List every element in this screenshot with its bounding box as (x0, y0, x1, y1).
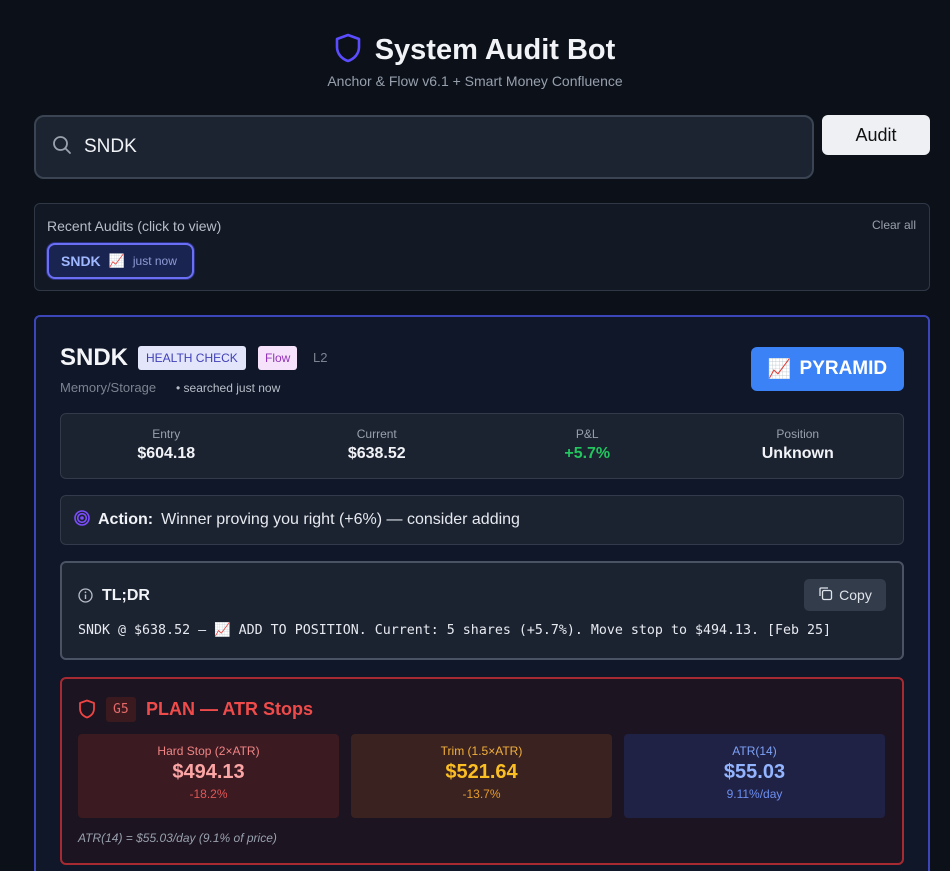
app-subtitle: Anchor & Flow v6.1 + Smart Money Conflue… (327, 73, 623, 89)
stat-label: Entry (152, 427, 181, 441)
action-banner: Action: Winner proving you right (+6%) —… (60, 495, 904, 545)
copy-label: Copy (839, 587, 872, 603)
stat-current: Current $638.52 (272, 414, 483, 478)
chart-up-icon: 📈 (108, 253, 125, 268)
stat-value: Unknown (761, 445, 834, 462)
sector-label: Memory/Storage (60, 380, 157, 395)
result-ticker: SNDK (60, 344, 129, 371)
stat-label: Current (356, 427, 397, 441)
stat-label: P&L (575, 427, 599, 441)
signal-label: PYRAMID (799, 358, 888, 379)
action-label: Action: (98, 511, 154, 528)
stat-pnl: P&L +5.7% (482, 414, 693, 478)
box-label: Hard Stop (2×ATR) (157, 744, 260, 758)
recent-audits-label: Recent Audits (click to view) (47, 218, 222, 234)
box-sub: -18.2% (189, 787, 228, 801)
gate-badge: G5 (106, 697, 136, 722)
box-sub: 9.11%/day (726, 787, 783, 801)
recent-audits-panel: Recent Audits (click to view) Clear all … (34, 203, 930, 291)
plan-title: PLAN — ATR Stops (146, 699, 313, 719)
audit-result-card: SNDK HEALTH CHECK Flow L2 Memory/Storage… (34, 315, 930, 871)
trim-box: Trim (1.5×ATR) $521.64 -13.7% (351, 734, 612, 818)
title-row: System Audit Bot (0, 30, 950, 70)
plan-footnote: ATR(14) = $55.03/day (9.1% of price) (78, 831, 277, 845)
search-icon (52, 135, 72, 160)
tldr-text: SNDK @ $638.52 — 📈 ADD TO POSITION. Curr… (78, 623, 832, 638)
level-label: L2 (313, 350, 328, 365)
box-value: $521.64 (445, 761, 518, 783)
stat-label: Position (776, 427, 820, 441)
health-check-badge: HEALTH CHECK (138, 346, 246, 370)
target-icon (74, 509, 90, 531)
search-input[interactable] (84, 136, 764, 158)
chip-time: just now (132, 254, 177, 268)
stat-entry: Entry $604.18 (61, 414, 272, 478)
hard-stop-box: Hard Stop (2×ATR) $494.13 -18.2% (78, 734, 339, 818)
tldr-title: TL;DR (102, 587, 150, 604)
stat-position: Position Unknown (693, 414, 904, 478)
audit-button[interactable]: Audit (822, 115, 930, 155)
search-box[interactable] (34, 115, 814, 179)
chart-up-icon: 📈 (767, 359, 792, 380)
pyramid-signal-button[interactable]: 📈 PYRAMID (751, 347, 904, 391)
header: System Audit Bot Anchor & Flow v6.1 + Sm… (0, 30, 950, 89)
position-stats: Entry $604.18 Current $638.52 P&L +5.7% … (60, 413, 904, 479)
stat-value: +5.7% (564, 445, 611, 462)
searched-time: • searched just now (176, 381, 281, 395)
atr-box: ATR(14) $55.03 9.11%/day (624, 734, 885, 818)
shield-icon (335, 33, 361, 68)
shield-icon (78, 699, 96, 724)
stat-value: $604.18 (137, 445, 196, 462)
recent-audit-chip[interactable]: SNDK 📈 just now (47, 243, 194, 279)
copy-button[interactable]: Copy (804, 579, 886, 611)
clear-all-link[interactable]: Clear all (872, 218, 916, 232)
box-label: Trim (1.5×ATR) (440, 744, 523, 758)
action-text: Winner proving you right (+6%) — conside… (161, 511, 520, 528)
stat-value: $638.52 (347, 445, 406, 462)
chip-ticker: SNDK (61, 253, 101, 269)
box-sub: -13.7% (462, 787, 501, 801)
plan-panel: G5 PLAN — ATR Stops Hard Stop (2×ATR) $4… (60, 677, 904, 865)
flow-badge: Flow (258, 346, 298, 370)
copy-icon (818, 586, 833, 604)
box-value: $55.03 (723, 761, 786, 783)
box-label: ATR(14) (732, 744, 777, 758)
stop-levels: Hard Stop (2×ATR) $494.13 -18.2% Trim (1… (78, 734, 885, 818)
app-title: System Audit Bot (374, 33, 616, 66)
info-icon (78, 588, 93, 608)
box-value: $494.13 (172, 761, 245, 783)
tldr-panel: TL;DR Copy SNDK @ $638.52 — 📈 ADD TO POS… (60, 561, 904, 660)
